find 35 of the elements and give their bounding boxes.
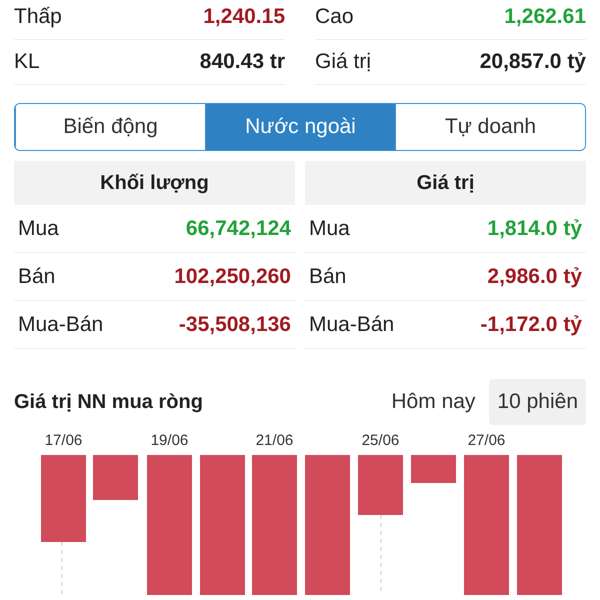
date-label: 17/06 — [44, 432, 82, 449]
stat-value: 840.43 tr — [200, 50, 285, 74]
stat-value: 1,262.61 — [504, 5, 586, 29]
row-label: Mua-Bán — [309, 312, 394, 336]
row-label: Bán — [309, 264, 346, 288]
chart-title: Giá trị NN mua ròng — [14, 390, 203, 414]
date-label: 21/06 — [256, 432, 294, 449]
stat-value: 1,240.15 — [203, 5, 285, 29]
period-button[interactable]: 10 phiên — [489, 379, 586, 425]
stat-label: Thấp — [14, 5, 62, 29]
stat-label: KL — [14, 50, 40, 74]
stat-label: Cao — [315, 5, 354, 29]
bar — [93, 455, 138, 500]
stat-value: 20,857.0 tỷ — [480, 50, 586, 74]
bar — [411, 455, 456, 483]
row-label: Mua — [309, 216, 350, 240]
row-value: 1,814.0 tỷ — [487, 216, 582, 240]
row-label: Bán — [18, 264, 56, 288]
date-label: 25/06 — [362, 432, 400, 449]
row-value: 102,250,260 — [174, 264, 291, 288]
tab[interactable]: Nước ngoài — [205, 104, 395, 150]
row-label: Mua — [18, 216, 59, 240]
bar — [358, 455, 403, 515]
date-label: 19/06 — [150, 432, 188, 449]
date-label: 27/06 — [468, 432, 506, 449]
stat-label: Giá trị — [315, 50, 372, 74]
column-header: Giá trị — [305, 161, 586, 205]
tab[interactable]: Tự doanh — [395, 104, 585, 150]
row-label: Mua-Bán — [18, 312, 104, 336]
column-header: Khối lượng — [14, 161, 295, 205]
row-value: -1,172.0 tỷ — [480, 312, 582, 336]
period-button[interactable]: Hôm nay — [383, 379, 484, 425]
row-value: 66,742,124 — [186, 216, 291, 240]
row-value: 2,986.0 tỷ — [487, 264, 582, 288]
row-value: -35,508,136 — [178, 312, 291, 336]
